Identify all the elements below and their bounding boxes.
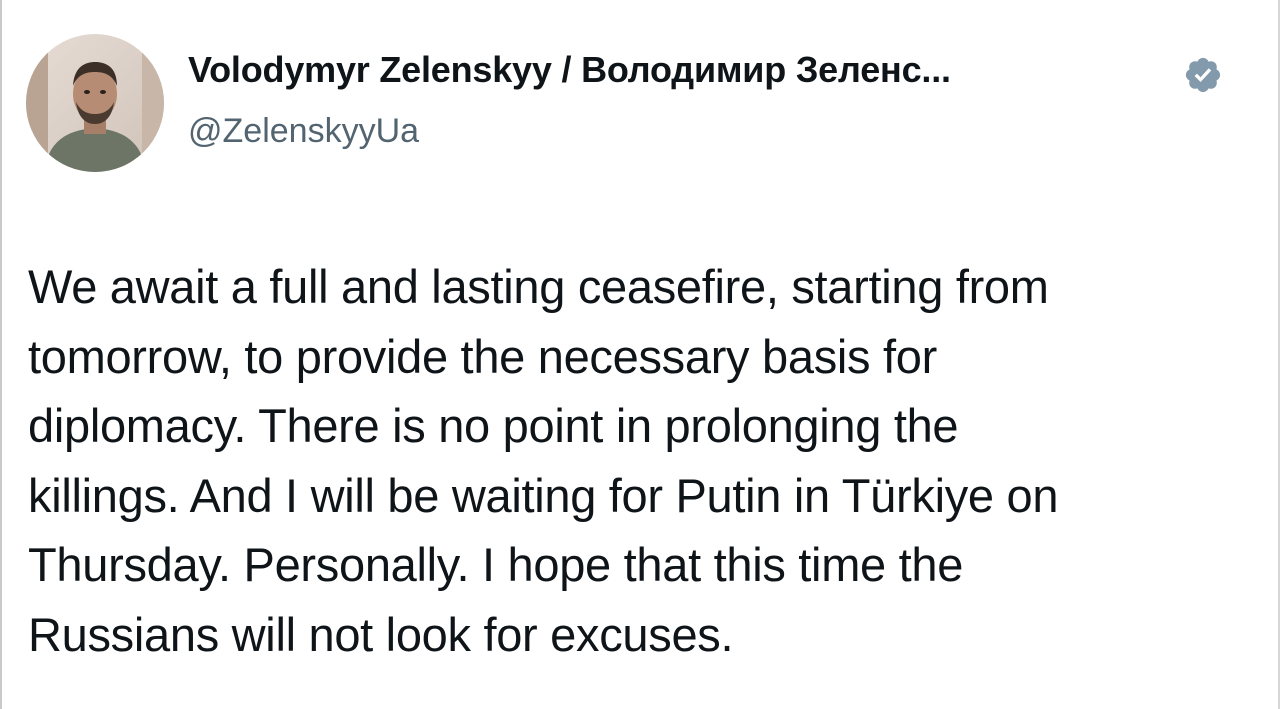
tweet-text-line: diplomacy. There is no point in prolongi…	[28, 399, 959, 452]
tweet-text-line: killings. And I will be waiting for Puti…	[28, 468, 1059, 522]
tweet-text-line: Thursday. Personally. I hope that this t…	[28, 538, 964, 591]
frame-edge	[0, 0, 2, 709]
author-handle[interactable]: @ZelenskyyUa	[188, 112, 419, 151]
avatar-image	[26, 34, 164, 172]
verified-badge-icon	[1183, 55, 1223, 95]
tweet-text-line: tomorrow, to provide the necessary basis…	[28, 329, 937, 383]
tweet-text-line: Russians will not look for excuses.	[28, 607, 734, 661]
avatar[interactable]	[26, 34, 164, 172]
tweet-text: We await a full and lasting ceasefire, s…	[28, 252, 1238, 669]
tweet-card: Volodymyr Zelenskyy / Володимир Зеленс..…	[0, 0, 1280, 709]
author-display-name[interactable]: Volodymyr Zelenskyy / Володимир Зеленс..…	[188, 49, 951, 91]
tweet-text-line: We await a full and lasting ceasefire, s…	[28, 260, 1049, 313]
